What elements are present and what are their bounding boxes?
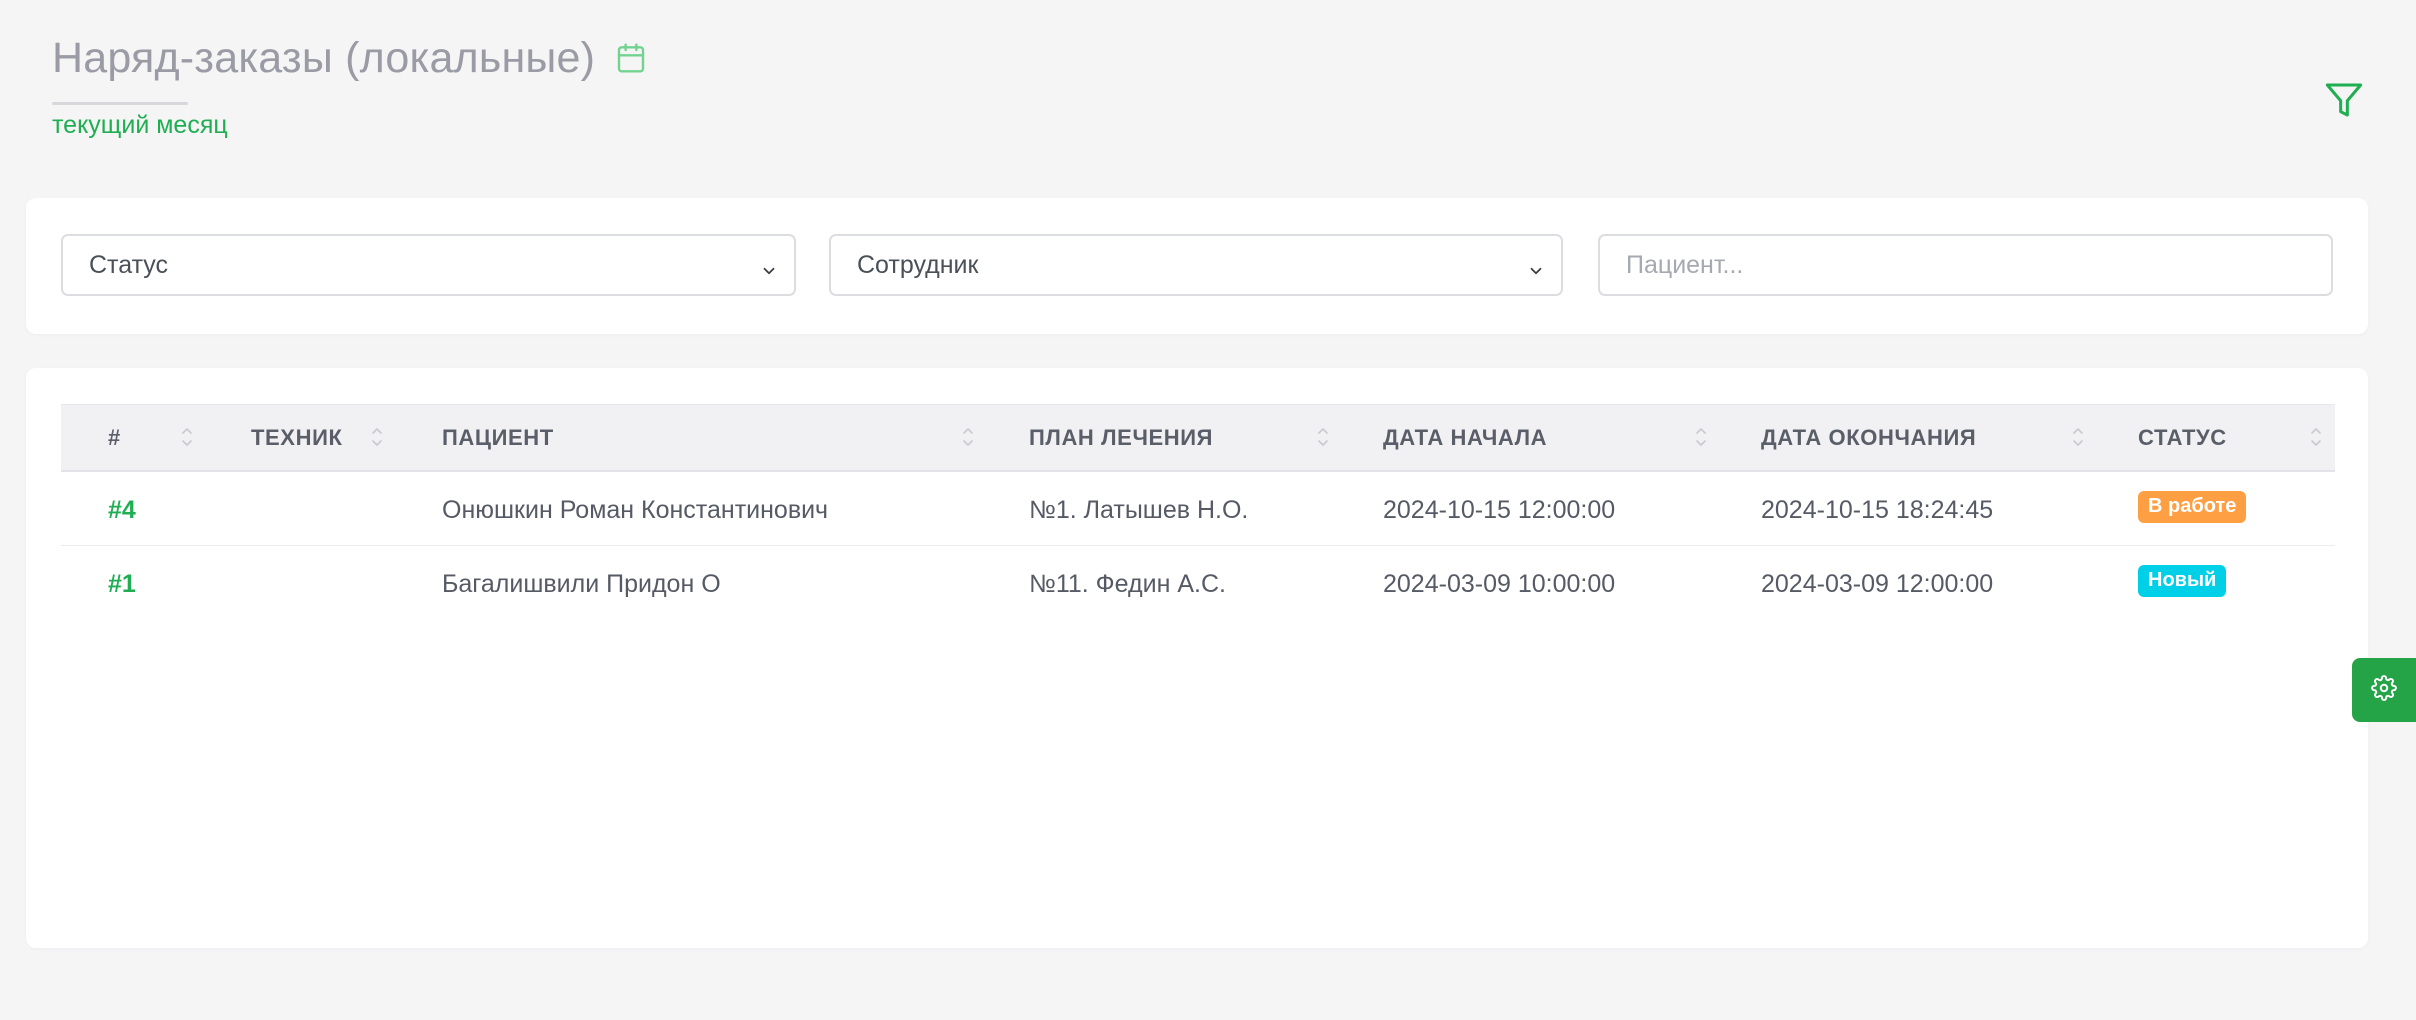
gear-icon [2371, 674, 2397, 706]
column-header-start-date-label: ДАТА НАЧАЛА [1383, 425, 1548, 450]
cell-id: #4 [61, 471, 251, 546]
cell-start-date: 2024-10-15 12:00:00 [1383, 471, 1761, 546]
status-select[interactable]: Статус [61, 234, 796, 296]
sort-icon [1695, 424, 1707, 450]
cell-plan: №11. Федин А.С. [1029, 546, 1383, 621]
column-header-technician[interactable]: ТЕХНИК [251, 404, 442, 472]
cell-end-date: 2024-10-15 18:24:45 [1761, 471, 2138, 546]
sort-icon [2072, 424, 2084, 450]
patient-value: Багалишвили Придон О [442, 570, 721, 598]
start-date-value: 2024-03-09 10:00:00 [1383, 570, 1616, 598]
start-date-value: 2024-10-15 12:00:00 [1383, 495, 1616, 524]
cell-technician [251, 471, 442, 546]
status-badge: Новый [2138, 565, 2227, 597]
cell-technician [251, 546, 442, 621]
sort-icon [2310, 424, 2322, 450]
cell-id: #1 [61, 546, 251, 621]
column-header-status[interactable]: СТАТУС [2138, 404, 2335, 472]
orders-table-card: # ТЕХНИК ПАЦИЕНТ ПЛАН ЛЕЧЕНИЯ ДАТА НАЧАЛ… [26, 368, 2368, 948]
chevron-down-icon [760, 258, 778, 276]
settings-button[interactable] [2352, 658, 2416, 722]
sort-icon [371, 424, 383, 450]
title-row: Наряд-заказы (локальные) [52, 30, 647, 86]
order-id-link[interactable]: #4 [108, 496, 136, 524]
cell-patient: Багалишвили Придон О [442, 546, 1029, 621]
employee-select-label: Сотрудник [857, 250, 979, 279]
employee-select[interactable]: Сотрудник [829, 234, 1563, 296]
column-header-plan-label: ПЛАН ЛЕЧЕНИЯ [1029, 425, 1214, 450]
cell-end-date: 2024-03-09 12:00:00 [1761, 546, 2138, 621]
cell-start-date: 2024-03-09 10:00:00 [1383, 546, 1761, 621]
order-id-link[interactable]: #1 [108, 570, 136, 598]
filter-icon[interactable] [2324, 80, 2364, 120]
end-date-value: 2024-03-09 12:00:00 [1761, 570, 1994, 598]
plan-value: №1. Латышев Н.О. [1029, 495, 1249, 524]
period-subtitle[interactable]: текущий месяц [52, 111, 647, 140]
sort-icon [962, 424, 974, 450]
column-header-patient-label: ПАЦИЕНТ [442, 425, 554, 450]
column-header-end-date[interactable]: ДАТА ОКОНЧАНИЯ [1761, 404, 2138, 472]
status-select-label: Статус [89, 250, 169, 279]
column-header-id[interactable]: # [61, 404, 251, 472]
column-header-end-date-label: ДАТА ОКОНЧАНИЯ [1761, 425, 1977, 450]
cell-patient: Онюшкин Роман Константинович [442, 471, 1029, 546]
filter-panel: Статус Сотрудник [26, 198, 2368, 334]
cell-status: В работе [2138, 471, 2335, 546]
column-header-start-date[interactable]: ДАТА НАЧАЛА [1383, 404, 1761, 472]
sort-icon [181, 424, 193, 450]
column-header-technician-label: ТЕХНИК [251, 425, 343, 450]
column-header-id-label: # [108, 425, 121, 450]
patient-search-input[interactable] [1598, 234, 2333, 296]
column-header-patient[interactable]: ПАЦИЕНТ [442, 404, 1029, 472]
cell-status: Новый [2138, 546, 2335, 621]
calendar-icon[interactable] [615, 42, 647, 74]
end-date-value: 2024-10-15 18:24:45 [1761, 495, 1994, 524]
column-header-plan[interactable]: ПЛАН ЛЕЧЕНИЯ [1029, 404, 1383, 472]
plan-value: №11. Федин А.С. [1029, 570, 1226, 598]
page: Наряд-заказы (локальные) текущий месяц С… [0, 0, 2416, 1020]
column-header-status-label: СТАТУС [2138, 425, 2227, 450]
page-header: Наряд-заказы (локальные) текущий месяц [52, 30, 647, 140]
status-badge: В работе [2138, 490, 2247, 523]
page-title: Наряд-заказы (локальные) [52, 33, 596, 82]
sort-icon [1317, 424, 1329, 450]
orders-table: # ТЕХНИК ПАЦИЕНТ ПЛАН ЛЕЧЕНИЯ ДАТА НАЧАЛ… [61, 404, 2335, 621]
table-header-row: # ТЕХНИК ПАЦИЕНТ ПЛАН ЛЕЧЕНИЯ ДАТА НАЧАЛ… [61, 404, 2335, 472]
table-row[interactable]: #4 Онюшкин Роман Константинович №1. Латы… [61, 471, 2335, 546]
table-row[interactable]: #1 Багалишвили Придон О №11. Федин А.С. … [61, 546, 2335, 621]
cell-plan: №1. Латышев Н.О. [1029, 471, 1383, 546]
title-divider [52, 102, 188, 105]
patient-value: Онюшкин Роман Константинович [442, 495, 829, 524]
chevron-down-icon [1527, 258, 1545, 276]
